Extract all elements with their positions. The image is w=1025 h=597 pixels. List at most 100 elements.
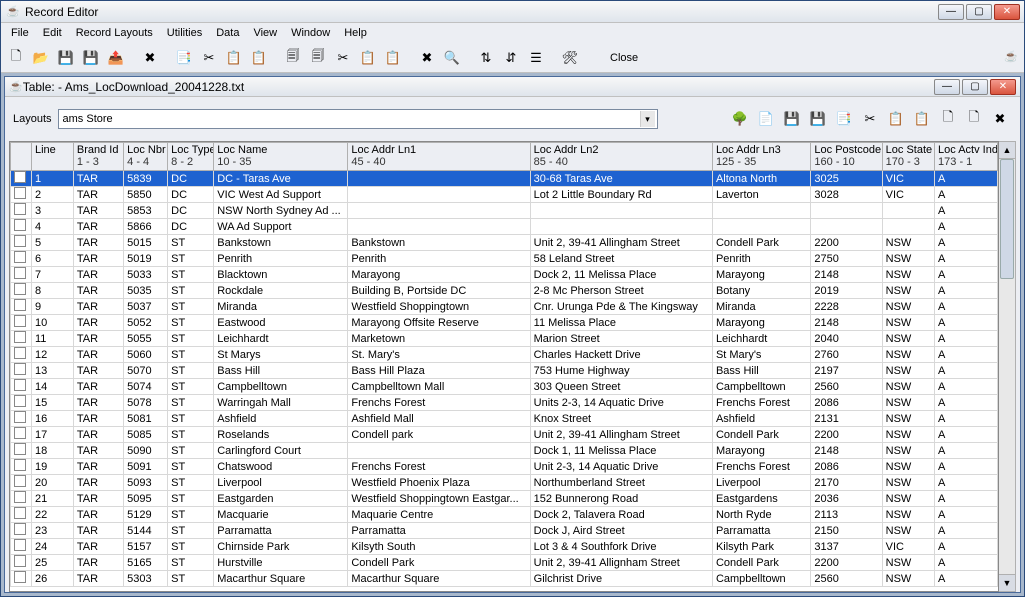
cell-locnbr[interactable]: 5165 — [124, 555, 168, 571]
cut3-icon[interactable]: ✂ — [858, 107, 882, 131]
cut2-icon[interactable]: ✂ — [332, 47, 354, 69]
cell-addr3[interactable]: Campbelltown — [712, 379, 810, 395]
cell-actv[interactable]: A — [935, 411, 998, 427]
cell-locnbr[interactable]: 5839 — [124, 171, 168, 187]
cell-brand[interactable]: TAR — [73, 299, 123, 315]
row-checkbox[interactable] — [11, 491, 32, 507]
row-checkbox[interactable] — [11, 443, 32, 459]
table-row[interactable]: 19TAR5091STChatswoodFrenchs ForestUnit 2… — [11, 459, 998, 475]
cell-loctype[interactable]: ST — [168, 299, 214, 315]
cell-locname[interactable]: Blacktown — [214, 267, 348, 283]
cell-line[interactable]: 23 — [31, 523, 73, 539]
row-checkbox[interactable] — [11, 459, 32, 475]
cell-addr2[interactable]: Charles Hackett Drive — [530, 347, 712, 363]
cell-addr2[interactable]: 11 Melissa Place — [530, 315, 712, 331]
cell-actv[interactable]: A — [935, 267, 998, 283]
cell-addr2[interactable]: 152 Bunnerong Road — [530, 491, 712, 507]
data-table[interactable]: Line Brand Id1 - 3 Loc Nbr4 - 4 Loc Type… — [10, 142, 998, 587]
col-line[interactable]: Line — [31, 143, 73, 171]
cell-addr2[interactable]: 2-8 Mc Pherson Street — [530, 283, 712, 299]
menu-file[interactable]: File — [5, 25, 35, 41]
cell-line[interactable]: 13 — [31, 363, 73, 379]
cell-addr3[interactable]: Condell Park — [712, 555, 810, 571]
cell-brand[interactable]: TAR — [73, 475, 123, 491]
cell-actv[interactable]: A — [935, 555, 998, 571]
table-row[interactable]: 22TAR5129STMacquarieMaquarie CentreDock … — [11, 507, 998, 523]
cell-brand[interactable]: TAR — [73, 427, 123, 443]
cell-addr3[interactable]: Marayong — [712, 315, 810, 331]
cell-actv[interactable]: A — [935, 171, 998, 187]
cell-addr3[interactable]: Laverton — [712, 187, 810, 203]
menu-edit[interactable]: Edit — [37, 25, 68, 41]
table-row[interactable]: 16TAR5081STAshfieldAshfield MallKnox Str… — [11, 411, 998, 427]
cell-locname[interactable]: WA Ad Support — [214, 219, 348, 235]
col-postcode[interactable]: Loc Postcode160 - 10 — [811, 143, 882, 171]
cell-addr1[interactable] — [348, 203, 530, 219]
cell-loctype[interactable]: ST — [168, 459, 214, 475]
scroll-up-icon[interactable]: ▲ — [999, 142, 1015, 159]
cell-state[interactable]: NSW — [882, 507, 934, 523]
cell-line[interactable]: 19 — [31, 459, 73, 475]
table-row[interactable]: 2TAR5850DCVIC West Ad SupportLot 2 Littl… — [11, 187, 998, 203]
cell-addr2[interactable]: 753 Hume Highway — [530, 363, 712, 379]
cell-locnbr[interactable]: 5015 — [124, 235, 168, 251]
cell-locname[interactable]: St Marys — [214, 347, 348, 363]
export-icon[interactable]: 📤 — [105, 47, 127, 69]
cell-post[interactable] — [811, 203, 882, 219]
cell-post[interactable]: 2200 — [811, 427, 882, 443]
cell-locname[interactable]: Macarthur Square — [214, 571, 348, 587]
record-view-icon[interactable]: 📄 — [754, 107, 778, 131]
cell-addr2[interactable]: 58 Leland Street — [530, 251, 712, 267]
cell-addr1[interactable]: Frenchs Forest — [348, 395, 530, 411]
cell-loctype[interactable]: ST — [168, 571, 214, 587]
save-as-icon[interactable]: 💾 — [80, 47, 102, 69]
cell-brand[interactable]: TAR — [73, 539, 123, 555]
cell-line[interactable]: 1 — [31, 171, 73, 187]
cell-loctype[interactable]: ST — [168, 347, 214, 363]
paste4-icon[interactable]: 📋 — [884, 107, 908, 131]
cell-actv[interactable]: A — [935, 523, 998, 539]
save-as2-icon[interactable]: 💾 — [806, 107, 830, 131]
row-checkbox[interactable] — [11, 555, 32, 571]
cell-brand[interactable]: TAR — [73, 555, 123, 571]
cell-line[interactable]: 25 — [31, 555, 73, 571]
cell-post[interactable]: 2036 — [811, 491, 882, 507]
cell-brand[interactable]: TAR — [73, 395, 123, 411]
inner-maximize-button[interactable]: ▢ — [962, 79, 988, 95]
cell-loctype[interactable]: ST — [168, 283, 214, 299]
cell-state[interactable]: NSW — [882, 427, 934, 443]
table-row[interactable]: 4TAR5866DCWA Ad SupportA — [11, 219, 998, 235]
cell-addr2[interactable]: Lot 2 Little Boundary Rd — [530, 187, 712, 203]
cell-brand[interactable]: TAR — [73, 491, 123, 507]
cell-loctype[interactable]: ST — [168, 379, 214, 395]
table-row[interactable]: 18TAR5090STCarlingford CourtDock 1, 11 M… — [11, 443, 998, 459]
menu-record-layouts[interactable]: Record Layouts — [70, 25, 159, 41]
row-checkbox[interactable] — [11, 267, 32, 283]
cell-brand[interactable]: TAR — [73, 267, 123, 283]
cell-actv[interactable]: A — [935, 443, 998, 459]
cell-line[interactable]: 18 — [31, 443, 73, 459]
cell-state[interactable]: NSW — [882, 411, 934, 427]
cell-brand[interactable]: TAR — [73, 235, 123, 251]
cell-line[interactable]: 14 — [31, 379, 73, 395]
header-row[interactable]: Line Brand Id1 - 3 Loc Nbr4 - 4 Loc Type… — [11, 143, 998, 171]
cell-loctype[interactable]: ST — [168, 315, 214, 331]
cell-addr1[interactable]: St. Mary's — [348, 347, 530, 363]
col-state[interactable]: Loc State170 - 3 — [882, 143, 934, 171]
cell-addr3[interactable]: Eastgardens — [712, 491, 810, 507]
row-checkbox[interactable] — [11, 475, 32, 491]
row-checkbox[interactable] — [11, 523, 32, 539]
vertical-scrollbar[interactable]: ▲ ▼ — [999, 141, 1016, 592]
row-checkbox[interactable] — [11, 571, 32, 587]
inner-close-button[interactable]: ✕ — [990, 79, 1016, 95]
paste-icon[interactable]: 📋 — [223, 47, 245, 69]
cell-state[interactable]: NSW — [882, 251, 934, 267]
cell-actv[interactable]: A — [935, 283, 998, 299]
cell-locname[interactable]: Roselands — [214, 427, 348, 443]
cell-addr2[interactable]: Dock 2, 11 Melissa Place — [530, 267, 712, 283]
minimize-button[interactable]: — — [938, 4, 964, 20]
table-row[interactable]: 14TAR5074STCampbelltownCampbelltown Mall… — [11, 379, 998, 395]
table-row[interactable]: 7TAR5033STBlacktownMarayongDock 2, 11 Me… — [11, 267, 998, 283]
cell-brand[interactable]: TAR — [73, 443, 123, 459]
cell-actv[interactable]: A — [935, 203, 998, 219]
